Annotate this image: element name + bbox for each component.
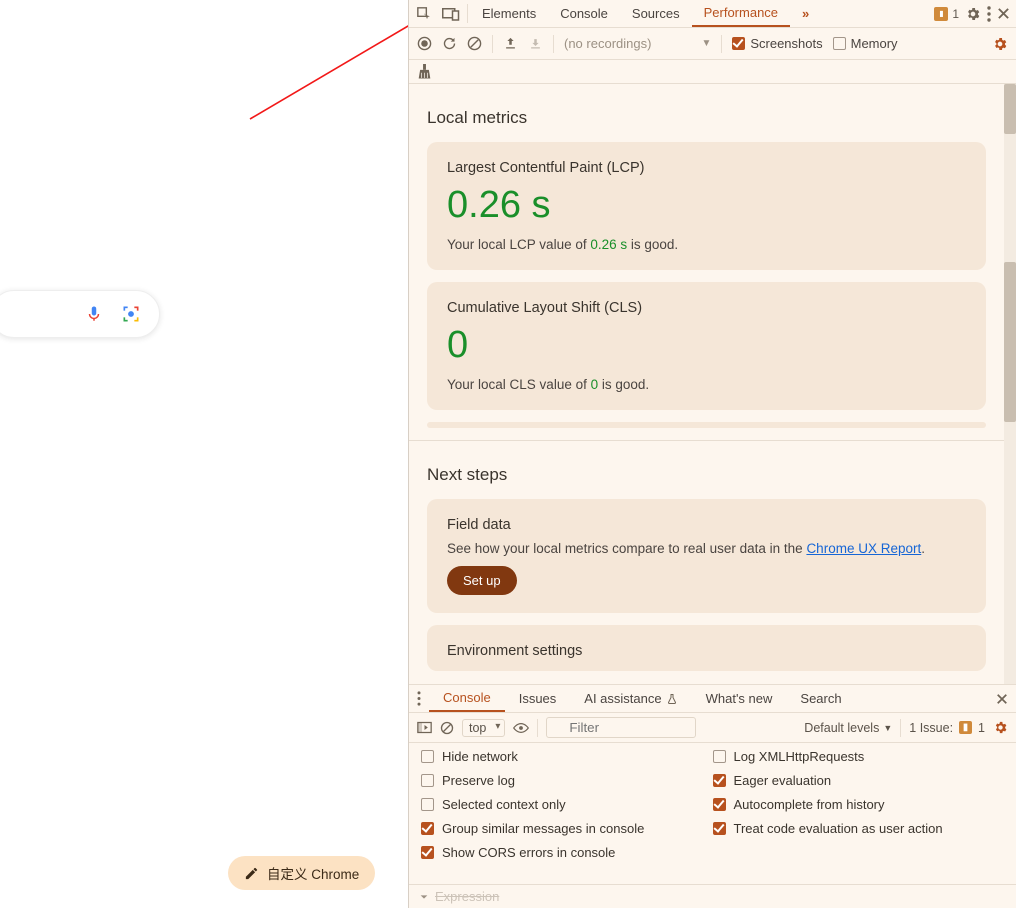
checkbox-icon (732, 37, 745, 50)
console-settings-panel: Hide network Preserve log Selected conte… (409, 743, 1016, 884)
voice-search-icon[interactable] (85, 305, 103, 323)
live-expression-icon[interactable] (513, 722, 529, 734)
opt-show-cors[interactable]: Show CORS errors in console (421, 845, 713, 860)
expression-label: Expression (435, 889, 499, 904)
performance-body: Local metrics Largest Contentful Paint (… (409, 84, 1016, 684)
drawer-close-icon[interactable] (988, 685, 1016, 712)
field-data-card: Field data See how your local metrics co… (427, 499, 986, 613)
perf-settings-icon[interactable] (992, 36, 1008, 52)
pencil-icon (244, 866, 259, 881)
tab-performance[interactable]: Performance (692, 0, 790, 27)
scrollbar-track[interactable] (1004, 84, 1016, 684)
cls-value: 0 (447, 324, 966, 367)
opt-treat-code[interactable]: Treat code evaluation as user action (713, 821, 1005, 836)
flask-icon (666, 693, 678, 705)
svg-text:▮: ▮ (939, 9, 943, 18)
tab-sources[interactable]: Sources (620, 0, 692, 27)
drawer-tab-search[interactable]: Search (786, 685, 855, 712)
console-toolbar: top Default levels▼ 1 Issue: ▮ 1 (409, 713, 1016, 743)
drawer-tab-ai[interactable]: AI assistance (570, 685, 691, 712)
settings-icon[interactable] (965, 6, 981, 22)
levels-select[interactable]: Default levels▼ (804, 721, 892, 735)
field-data-desc: See how your local metrics compare to re… (447, 541, 966, 556)
kebab-menu-icon[interactable] (987, 6, 991, 22)
console-sidebar-icon[interactable] (417, 721, 432, 734)
lcp-card: Largest Contentful Paint (LCP) 0.26 s Yo… (427, 142, 986, 270)
opt-hide-network[interactable]: Hide network (421, 749, 713, 764)
console-clear-icon[interactable] (440, 721, 454, 735)
annotation-arrow (240, 14, 430, 124)
drawer-tab-bar: Console Issues AI assistance What's new … (409, 685, 1016, 713)
opt-selected-ctx[interactable]: Selected context only (421, 797, 713, 812)
env-settings-card: Environment settings (427, 625, 986, 671)
env-label: Environment settings (447, 643, 966, 659)
chevron-down-icon (419, 892, 429, 902)
performance-toolbar-2 (409, 60, 1016, 84)
device-toolbar-icon[interactable] (437, 0, 465, 27)
opt-autocomplete[interactable]: Autocomplete from history (713, 797, 1005, 812)
page-area: 自定义 Chrome (0, 0, 408, 908)
performance-toolbar: (no recordings)▼ Screenshots Memory (409, 28, 1016, 60)
google-search-bar[interactable] (0, 290, 160, 338)
tab-console[interactable]: Console (548, 0, 620, 27)
customize-chrome-button[interactable]: 自定义 Chrome (228, 856, 375, 890)
checkbox-icon (833, 37, 846, 50)
lcp-value: 0.26 s (447, 184, 966, 227)
filter-input[interactable] (546, 717, 696, 738)
expression-row[interactable]: Expression (409, 884, 1016, 908)
tabs-overflow-icon[interactable]: » (790, 0, 821, 27)
drawer-tab-console[interactable]: Console (429, 685, 505, 712)
customize-label: 自定义 Chrome (267, 863, 359, 883)
tab-elements[interactable]: Elements (470, 0, 548, 27)
cls-card: Cumulative Layout Shift (CLS) 0 Your loc… (427, 282, 986, 410)
drawer-tab-issues[interactable]: Issues (505, 685, 571, 712)
card-peek (427, 422, 986, 428)
scrollbar-thumb[interactable] (1004, 262, 1016, 422)
record-icon[interactable] (417, 36, 432, 51)
inspect-element-icon[interactable] (409, 0, 437, 27)
screenshots-checkbox[interactable]: Screenshots (732, 36, 822, 51)
opt-group-similar[interactable]: Group similar messages in console (421, 821, 713, 836)
console-drawer: Console Issues AI assistance What's new … (409, 684, 1016, 908)
cls-label: Cumulative Layout Shift (CLS) (447, 300, 966, 316)
issues-badge[interactable]: ▮ 1 (934, 7, 959, 21)
lens-search-icon[interactable] (121, 304, 141, 324)
lcp-label: Largest Contentful Paint (LCP) (447, 160, 966, 176)
issues-link[interactable]: 1 Issue: ▮ 1 (909, 721, 985, 735)
reload-record-icon[interactable] (442, 36, 457, 51)
setup-button[interactable]: Set up (447, 566, 517, 595)
filter-field[interactable] (546, 717, 696, 738)
drawer-menu-icon[interactable] (409, 685, 429, 712)
console-settings-icon[interactable] (993, 720, 1008, 735)
scrollbar-thumb[interactable] (1004, 84, 1016, 134)
cleanup-icon[interactable] (417, 64, 432, 80)
lcp-desc: Your local LCP value of 0.26 s is good. (447, 237, 966, 252)
recording-select[interactable]: (no recordings)▼ (564, 36, 711, 51)
issues-count: 1 (952, 7, 959, 21)
devtools-panel: Elements Console Sources Performance » ▮… (408, 0, 1016, 908)
crux-link[interactable]: Chrome UX Report (806, 541, 921, 556)
cls-desc: Your local CLS value of 0 is good. (447, 377, 966, 392)
opt-preserve-log[interactable]: Preserve log (421, 773, 713, 788)
drawer-tab-whatsnew[interactable]: What's new (692, 685, 787, 712)
memory-checkbox[interactable]: Memory (833, 36, 898, 51)
download-icon[interactable] (528, 36, 543, 51)
context-select[interactable]: top (462, 719, 505, 737)
opt-log-xhr[interactable]: Log XMLHttpRequests (713, 749, 1005, 764)
devtools-tab-bar: Elements Console Sources Performance » ▮… (409, 0, 1016, 28)
upload-icon[interactable] (503, 36, 518, 51)
close-devtools-icon[interactable] (997, 7, 1010, 20)
field-data-label: Field data (447, 517, 966, 533)
opt-eager[interactable]: Eager evaluation (713, 773, 1005, 788)
clear-icon[interactable] (467, 36, 482, 51)
issue-icon: ▮ (934, 7, 948, 21)
issue-icon: ▮ (959, 721, 972, 734)
local-metrics-title: Local metrics (409, 84, 1004, 142)
next-steps-title: Next steps (409, 441, 1004, 499)
